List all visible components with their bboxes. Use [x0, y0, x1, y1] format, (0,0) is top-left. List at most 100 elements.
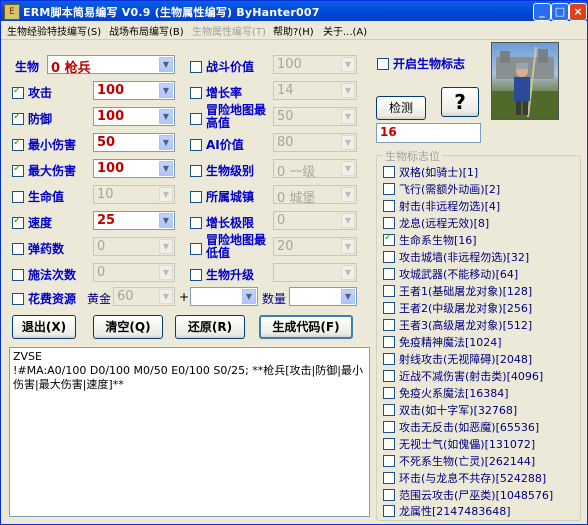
flag-checkbox[interactable] [383, 353, 395, 365]
generate-code-button[interactable]: 生成代码(F) [259, 315, 353, 339]
flag-checkbox[interactable] [383, 232, 395, 246]
flag-item[interactable]: 近战不减伤害(射击类)[4096] [383, 368, 579, 384]
adv-max-checkbox[interactable] [190, 113, 202, 125]
min-damage-checkbox[interactable] [12, 137, 24, 151]
flag-checkbox[interactable] [383, 387, 395, 399]
title-bar[interactable]: E ERM脚本简易编写 V0.9 (生物属性编写) ByHanter007 _ … [1, 1, 587, 21]
creature-select[interactable]: 0 枪兵 ▼ [47, 55, 175, 76]
resources-checkbox[interactable] [12, 293, 24, 305]
flag-checkbox[interactable] [383, 217, 395, 229]
adv-max-select[interactable]: 50 ▼ [273, 107, 357, 126]
menu-help[interactable]: 帮助?(H) [273, 23, 314, 38]
minimize-button[interactable]: _ [533, 3, 551, 21]
close-button[interactable]: × [569, 3, 587, 21]
max-damage-checkbox[interactable] [12, 163, 24, 177]
flag-checkbox[interactable] [383, 404, 395, 416]
restore-button[interactable]: 还原(R) [175, 315, 245, 339]
flag-checkbox[interactable] [383, 200, 395, 212]
flag-checkbox[interactable] [383, 489, 395, 501]
menu-battlefield[interactable]: 战场布局编写(B) [109, 23, 184, 38]
flag-item[interactable]: 不死系生物(亡灵)[262144] [383, 453, 579, 469]
attack-checkbox[interactable] [12, 85, 24, 99]
flag-checkbox[interactable] [383, 166, 395, 178]
exit-button[interactable]: 退出(X) [12, 315, 76, 339]
adv-min-checkbox[interactable] [190, 243, 202, 255]
hp-checkbox[interactable] [12, 191, 24, 203]
growth-select[interactable]: 14 ▼ [273, 81, 357, 100]
speed-checkbox[interactable] [12, 215, 24, 229]
shots-checkbox[interactable] [12, 243, 24, 255]
clear-button[interactable]: 清空(Q) [93, 315, 163, 339]
flag-item[interactable]: 射击(非远程勿选)[4] [383, 198, 579, 214]
shots-select[interactable]: 0 ▼ [93, 237, 175, 256]
ai-value-select[interactable]: 80 ▼ [273, 133, 357, 152]
casts-select[interactable]: 0 ▼ [93, 263, 175, 282]
upgrade-checkbox[interactable] [190, 269, 202, 281]
defense-select[interactable]: 100 ▼ [93, 107, 175, 126]
defense-checkbox[interactable] [12, 111, 24, 125]
flag-item[interactable]: 免疫精神魔法[1024] [383, 334, 579, 350]
menu-about[interactable]: 关于...(A) [323, 23, 367, 38]
detect-button[interactable]: 检测 [376, 96, 426, 120]
fight-value-checkbox[interactable] [190, 61, 202, 73]
casts-checkbox[interactable] [12, 269, 24, 281]
flag-item[interactable]: 王者1(基础屠龙对象)[128] [383, 283, 579, 299]
flag-item[interactable]: 王者2(中级屠龙对象)[256] [383, 300, 579, 316]
flags-output-field[interactable]: 16 [376, 123, 481, 143]
max-damage-select[interactable]: 100 ▼ [93, 159, 175, 178]
flag-checkbox[interactable] [383, 505, 395, 517]
flag-item[interactable]: 攻击城墙(非远程勿选)[32] [383, 249, 579, 265]
enable-flags-checkbox[interactable] [377, 58, 389, 70]
upgrade-select[interactable]: ▼ [273, 263, 357, 282]
chevron-down-icon: ▼ [242, 289, 256, 304]
town-select[interactable]: 0 城堡 ▼ [273, 185, 357, 206]
flag-item[interactable]: 双格(如骑士)[1] [383, 164, 579, 180]
menu-creature-attrs[interactable]: 生物属性编写(T) [192, 23, 266, 38]
flag-item[interactable]: 飞行(需额外动画)[2] [383, 181, 579, 197]
code-editor[interactable]: ZVSE !#MA:A0/100 D0/100 M0/50 E0/100 S0/… [9, 347, 370, 517]
flag-checkbox[interactable] [383, 336, 395, 348]
flag-checkbox[interactable] [383, 370, 395, 382]
flag-item[interactable]: 射线攻击(无视障碍)[2048] [383, 351, 579, 367]
speed-select[interactable]: 25 ▼ [93, 211, 175, 230]
flag-checkbox[interactable] [383, 319, 395, 331]
growth-limit-checkbox[interactable] [190, 217, 202, 229]
flag-checkbox[interactable] [383, 438, 395, 450]
flag-item[interactable]: 王者3(高级屠龙对象)[512] [383, 317, 579, 333]
flag-item[interactable]: 攻击无反击(如恶魔)[65536] [383, 419, 579, 435]
flag-item[interactable]: 龙属性[2147483648] [383, 503, 579, 519]
hp-select[interactable]: 10 ▼ [93, 185, 175, 204]
resource-extra-select[interactable]: ▼ [190, 287, 258, 306]
growth-limit-select[interactable]: 0 ▼ [273, 211, 357, 230]
flag-item[interactable]: 环击(与龙息不共存)[524288] [383, 470, 579, 486]
flag-item[interactable]: 双击(如十字军)[32768] [383, 402, 579, 418]
flag-checkbox[interactable] [383, 302, 395, 314]
level-select[interactable]: 0 一级 ▼ [273, 159, 357, 180]
flag-item[interactable]: 范围云攻击(尸巫类)[1048576] [383, 487, 579, 503]
flag-checkbox[interactable] [383, 183, 395, 195]
flag-item[interactable]: 免疫火系魔法[16384] [383, 385, 579, 401]
flag-item[interactable]: 无视士气(如傀儡)[131072] [383, 436, 579, 452]
adv-min-select[interactable]: 20 ▼ [273, 237, 357, 256]
attack-select[interactable]: 100 ▼ [93, 81, 175, 100]
fight-value-select[interactable]: 100 ▼ [273, 55, 357, 74]
level-checkbox[interactable] [190, 165, 202, 177]
help-button[interactable]: ? [441, 87, 479, 117]
maximize-button[interactable]: □ [551, 3, 569, 21]
flag-checkbox[interactable] [383, 251, 395, 263]
min-damage-select[interactable]: 50 ▼ [93, 133, 175, 152]
flag-checkbox[interactable] [383, 285, 395, 297]
flag-item[interactable]: 龙息(远程无效)[8] [383, 215, 579, 231]
flag-checkbox[interactable] [383, 268, 395, 280]
amount-select[interactable]: ▼ [289, 287, 357, 306]
growth-checkbox[interactable] [190, 87, 202, 99]
ai-value-checkbox[interactable] [190, 139, 202, 151]
flag-checkbox[interactable] [383, 421, 395, 433]
resource-gold-select[interactable]: 60 ▼ [113, 287, 175, 306]
town-checkbox[interactable] [190, 191, 202, 203]
flag-item[interactable]: 攻城武器(不能移动)[64] [383, 266, 579, 282]
menu-creature-exp[interactable]: 生物经验特技编写(S) [7, 23, 101, 38]
flag-item[interactable]: 生命系生物[16] [383, 232, 579, 248]
flag-checkbox[interactable] [383, 455, 395, 467]
flag-checkbox[interactable] [383, 472, 395, 484]
